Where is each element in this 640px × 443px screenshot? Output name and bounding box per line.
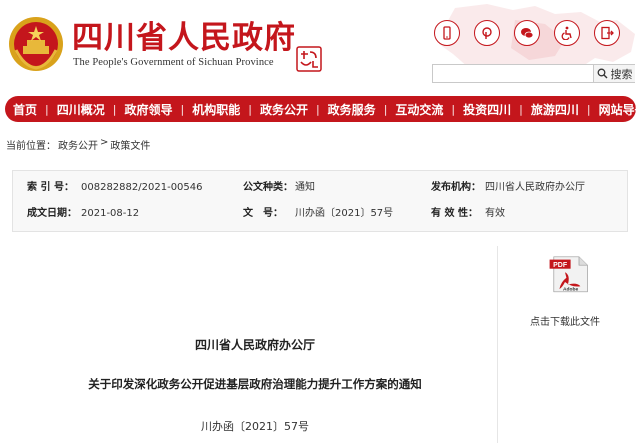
- seal-logo-icon: [296, 46, 322, 72]
- type-label: 公文种类：: [243, 182, 293, 193]
- nav-separator: |: [519, 102, 523, 116]
- validity-value: 有效: [485, 208, 505, 219]
- search-button-label: 搜索: [610, 67, 633, 81]
- type-value: 通知: [295, 182, 315, 193]
- nav-separator: |: [586, 102, 591, 116]
- nav-item-interaction[interactable]: 互动交流: [395, 101, 443, 118]
- nav-separator: |: [180, 102, 185, 116]
- nav-item-home[interactable]: 首页: [13, 101, 37, 118]
- site-title[interactable]: 四川省人民政府: [72, 20, 296, 56]
- nav-separator: |: [451, 102, 456, 116]
- search-button[interactable]: 搜索: [593, 65, 635, 82]
- breadcrumb-link-openness[interactable]: 政务公开: [58, 137, 98, 152]
- breadcrumb-prefix: 当前位置：: [6, 141, 56, 152]
- breadcrumb-separator: >: [100, 137, 109, 148]
- site-header: 四川省人民政府 The People's Government of Sichu…: [0, 0, 640, 92]
- search-icon: [597, 68, 607, 79]
- nav-item-leaders[interactable]: 政府领导: [124, 101, 172, 118]
- accessibility-icon[interactable]: [554, 20, 580, 46]
- pdf-brand-text: Adobe: [563, 286, 578, 292]
- document-metadata: 索 引 号： 008282882/2021-00546 公文种类： 通知 发布机…: [12, 170, 628, 232]
- index-value: 008282882/2021-00546: [81, 182, 203, 193]
- top-icon-bar: [434, 20, 620, 46]
- download-label[interactable]: 点击下载此文件: [520, 313, 610, 328]
- date-label: 成文日期：: [27, 208, 77, 219]
- nav-item-overview[interactable]: 四川概况: [57, 101, 105, 118]
- pdf-download-icon[interactable]: PDF Adobe: [532, 254, 612, 310]
- metadata-row: 成文日期： 2021-08-12 文 号： 川办函〔2021〕57号 有 效 性…: [13, 204, 629, 224]
- nav-separator: |: [45, 102, 49, 116]
- document-issuer: 四川省人民政府办公厅: [194, 338, 315, 352]
- nav-separator: |: [315, 102, 320, 116]
- nav-item-tourism[interactable]: 旅游四川: [531, 101, 579, 118]
- document-title: 关于印发深化政务公开促进基层政府治理能力提升工作方案的通知: [88, 377, 422, 391]
- search-box: 搜索: [432, 64, 635, 83]
- nav-separator: |: [383, 102, 388, 116]
- docno-value: 川办函〔2021〕57号: [295, 208, 394, 219]
- index-label: 索 引 号：: [27, 182, 74, 193]
- document-number: 川办函〔2021〕57号: [201, 420, 309, 433]
- nav-item-services[interactable]: 政务服务: [328, 101, 376, 118]
- wechat-icon[interactable]: [514, 20, 540, 46]
- breadcrumb-link-policy[interactable]: 政策文件: [110, 137, 150, 152]
- nav-item-functions[interactable]: 机构职能: [192, 101, 240, 118]
- pdf-icon-text: PDF: [553, 262, 568, 269]
- site-subtitle: The People's Government of Sichuan Provi…: [73, 57, 274, 68]
- national-emblem-icon: [9, 17, 63, 71]
- docno-label: 文 号：: [243, 208, 283, 219]
- nav-separator: |: [248, 102, 252, 116]
- issuer-label: 发布机构：: [431, 182, 481, 193]
- mobile-icon[interactable]: [434, 20, 460, 46]
- metadata-row: 索 引 号： 008282882/2021-00546 公文种类： 通知 发布机…: [13, 178, 629, 198]
- weibo-icon[interactable]: [474, 20, 500, 46]
- issuer-value: 四川省人民政府办公厅: [485, 182, 585, 193]
- nav-item-openness[interactable]: 政务公开: [260, 101, 308, 118]
- main-nav: 首页 | 四川概况 | 政府领导 | 机构职能 | 政务公开 | 政务服务 | …: [5, 96, 640, 122]
- exit-icon[interactable]: [594, 20, 620, 46]
- nav-separator: |: [112, 102, 117, 116]
- search-input[interactable]: [433, 65, 593, 82]
- date-value: 2021-08-12: [81, 208, 140, 219]
- nav-item-invest[interactable]: 投资四川: [463, 101, 511, 118]
- document-body: 四川省人民政府办公厅 关于印发深化政务公开促进基层政府治理能力提升工作方案的通知…: [12, 246, 498, 443]
- breadcrumb: 当前位置： 政务公开 > 政策文件: [6, 137, 150, 152]
- nav-item-sitemap[interactable]: 网站导航: [599, 101, 640, 118]
- validity-label: 有 效 性：: [431, 208, 478, 219]
